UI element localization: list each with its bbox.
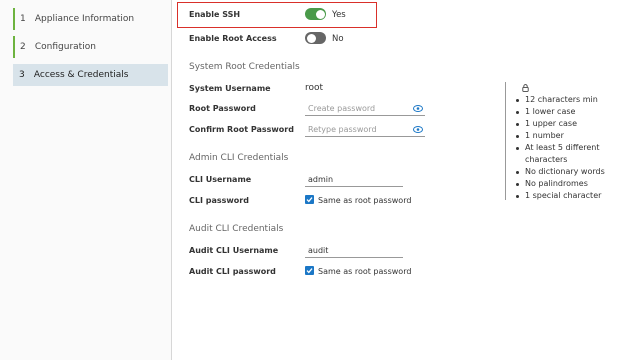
cli-same-as-root-checkbox[interactable] xyxy=(305,195,314,204)
step-label: Configuration xyxy=(34,42,96,52)
enable-ssh-toggle[interactable] xyxy=(305,8,326,20)
audit-cli-username-input[interactable]: audit xyxy=(305,244,403,258)
audit-cli-username-value: audit xyxy=(308,246,329,255)
system-username-label: System Username xyxy=(189,84,271,93)
step-number: 1 xyxy=(20,14,26,24)
admin-cli-credentials-title: Admin CLI Credentials xyxy=(189,153,289,163)
eye-icon[interactable] xyxy=(413,126,423,133)
audit-cli-username-label: Audit CLI Username xyxy=(189,246,279,255)
step-label: Access & Credentials xyxy=(33,70,129,80)
audit-cli-password-label: Audit CLI password xyxy=(189,267,276,276)
requirement-item: No dictionary words xyxy=(516,166,625,178)
root-password-placeholder: Create password xyxy=(308,104,376,113)
enable-ssh-label: Enable SSH xyxy=(189,10,241,19)
confirm-root-password-label: Confirm Root Password xyxy=(189,125,294,134)
password-requirements-panel: 12 characters min 1 lower case 1 upper c… xyxy=(505,82,625,200)
step-configuration[interactable]: 2 Configuration xyxy=(13,36,168,58)
audit-same-as-root-checkbox[interactable] xyxy=(305,266,314,275)
requirement-item: No palindromes xyxy=(516,178,625,190)
checkmark-icon xyxy=(306,268,313,274)
wizard-sidebar: 1 Appliance Information 2 Configuration … xyxy=(0,0,172,360)
step-number: 3 xyxy=(19,70,25,80)
requirement-item: 12 characters min xyxy=(516,94,625,106)
requirement-item: 1 special character xyxy=(516,190,625,202)
confirm-password-placeholder: Retype password xyxy=(308,125,377,134)
requirement-item: 1 lower case xyxy=(516,106,625,118)
requirement-item: 1 upper case xyxy=(516,118,625,130)
enable-root-access-label: Enable Root Access xyxy=(189,34,277,43)
step-number: 2 xyxy=(20,42,26,52)
system-root-credentials-title: System Root Credentials xyxy=(189,62,300,72)
requirements-list: 12 characters min 1 lower case 1 upper c… xyxy=(516,94,625,202)
cli-same-as-root-label: Same as root password xyxy=(318,196,412,205)
enable-root-access-toggle[interactable] xyxy=(305,32,326,44)
enable-ssh-state: Yes xyxy=(332,10,346,20)
system-username-value: root xyxy=(305,83,324,93)
toggle-knob xyxy=(306,33,316,43)
cli-username-label: CLI Username xyxy=(189,175,252,184)
step-label: Appliance Information xyxy=(34,14,135,24)
cli-password-label: CLI password xyxy=(189,196,249,205)
credentials-form: Enable SSH Yes Enable Root Access No Sys… xyxy=(172,0,640,360)
toggle-knob xyxy=(315,9,325,19)
eye-icon[interactable] xyxy=(413,105,423,112)
step-appliance-information[interactable]: 1 Appliance Information xyxy=(13,8,168,30)
cli-username-value: admin xyxy=(308,175,334,184)
root-password-input[interactable]: Create password xyxy=(305,102,425,116)
root-password-label: Root Password xyxy=(189,104,256,113)
step-access-credentials[interactable]: 3 Access & Credentials xyxy=(13,64,168,86)
audit-cli-credentials-title: Audit CLI Credentials xyxy=(189,224,284,234)
enable-root-access-state: No xyxy=(332,34,344,44)
requirement-item: 1 number xyxy=(516,130,625,142)
audit-same-as-root-label: Same as root password xyxy=(318,267,412,276)
confirm-root-password-input[interactable]: Retype password xyxy=(305,123,425,137)
requirement-item: At least 5 different characters xyxy=(516,142,625,166)
checkmark-icon xyxy=(306,197,313,203)
lock-icon xyxy=(522,84,529,92)
cli-username-input[interactable]: admin xyxy=(305,173,403,187)
